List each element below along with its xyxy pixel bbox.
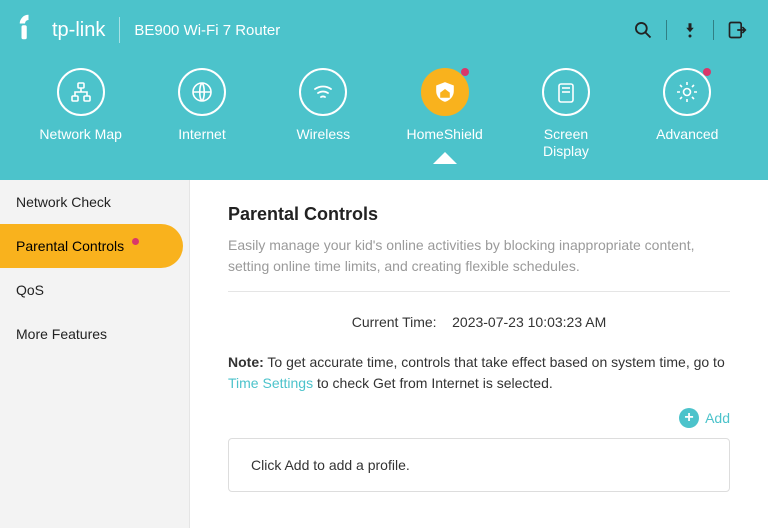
current-time-label: Current Time: [352, 314, 437, 330]
sidebar-item-label: QoS [16, 282, 44, 298]
tab-wireless[interactable]: Wireless [268, 68, 378, 143]
notification-dot-icon [461, 68, 469, 76]
header-actions [630, 17, 750, 43]
notification-dot-icon [703, 68, 711, 76]
product-name: BE900 Wi-Fi 7 Router [134, 22, 280, 39]
icon-separator [713, 20, 714, 40]
sidebar-item-more-features[interactable]: More Features [0, 312, 189, 356]
sidebar-item-network-check[interactable]: Network Check [0, 180, 189, 224]
notification-dot-icon [132, 238, 139, 245]
current-time-value: 2023-07-23 10:03:23 AM [452, 314, 606, 330]
sidebar-item-label: Network Check [16, 194, 111, 210]
sidebar-item-label: More Features [16, 326, 107, 342]
search-icon[interactable] [630, 17, 656, 43]
main-tabs: Network Map Internet Wireless [0, 60, 768, 180]
icon-separator [666, 20, 667, 40]
tab-label: HomeShield [407, 126, 483, 143]
tab-label: Wireless [296, 126, 350, 143]
screen-icon [542, 68, 590, 116]
body: Network Check Parental Controls QoS More… [0, 180, 768, 528]
time-note: Note: To get accurate time, controls tha… [228, 352, 730, 394]
network-map-icon [57, 68, 105, 116]
tab-label: ScreenDisplay [543, 126, 589, 160]
shield-home-icon [421, 68, 469, 116]
note-prefix: Note: [228, 354, 264, 370]
tab-label: Advanced [656, 126, 718, 143]
top-header: tp-link BE900 Wi-Fi 7 Router [0, 0, 768, 60]
add-profile-button[interactable]: + Add [228, 408, 730, 428]
logout-icon[interactable] [724, 17, 750, 43]
empty-profile-hint: Click Add to add a profile. [228, 438, 730, 492]
tab-label: Internet [178, 126, 225, 143]
sidebar-item-parental-controls[interactable]: Parental Controls [0, 224, 183, 268]
page-title: Parental Controls [228, 204, 730, 225]
sidebar-item-label: Parental Controls [16, 238, 124, 254]
page-description: Easily manage your kid's online activiti… [228, 235, 730, 292]
tab-screen-display[interactable]: ScreenDisplay [511, 68, 621, 160]
current-time-row: Current Time: 2023-07-23 10:03:23 AM [228, 314, 730, 330]
tab-network-map[interactable]: Network Map [26, 68, 136, 143]
tab-internet[interactable]: Internet [147, 68, 257, 143]
brand-text: tp-link [52, 19, 105, 42]
add-label: Add [705, 410, 730, 426]
sidebar: Network Check Parental Controls QoS More… [0, 180, 190, 528]
tab-label: Network Map [39, 126, 121, 143]
sidebar-item-qos[interactable]: QoS [0, 268, 189, 312]
content-area: Parental Controls Easily manage your kid… [190, 180, 768, 528]
download-icon[interactable] [677, 17, 703, 43]
wifi-icon [299, 68, 347, 116]
brand-logo: tp-link [18, 13, 105, 47]
header-divider [119, 17, 120, 43]
plus-icon: + [679, 408, 699, 428]
note-text-after: to check Get from Internet is selected. [313, 375, 553, 391]
note-text: To get accurate time, controls that take… [267, 354, 724, 370]
globe-icon [178, 68, 226, 116]
tab-advanced[interactable]: Advanced [632, 68, 742, 143]
tp-link-icon [18, 13, 46, 47]
gear-icon [663, 68, 711, 116]
tab-homeshield[interactable]: HomeShield [390, 68, 500, 143]
time-settings-link[interactable]: Time Settings [228, 375, 313, 391]
